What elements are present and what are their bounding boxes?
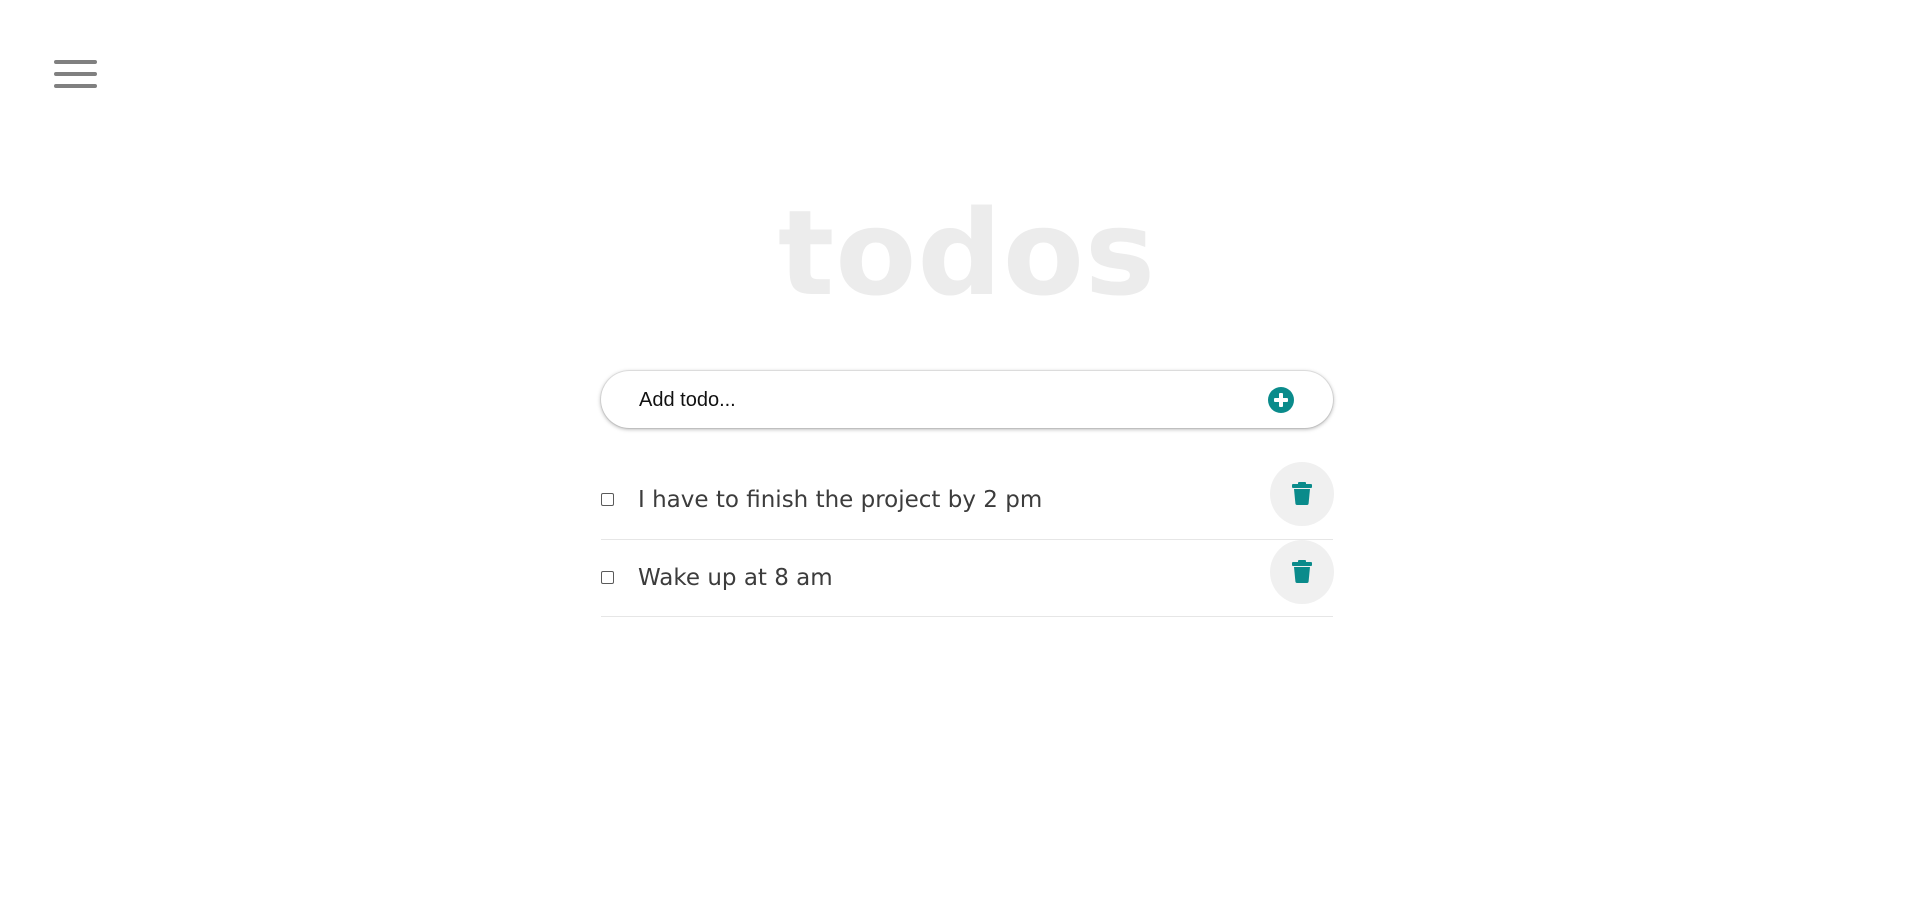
hamburger-menu-icon[interactable]	[50, 56, 100, 96]
trash-icon	[1292, 560, 1312, 583]
menu-bar	[54, 84, 97, 88]
todo-list: I have to finish the project by 2 pm Wak…	[601, 462, 1334, 617]
plus-bar-vertical	[1279, 393, 1283, 407]
delete-todo-button[interactable]	[1270, 540, 1334, 604]
menu-bar	[54, 72, 97, 76]
delete-todo-button[interactable]	[1270, 462, 1334, 526]
todo-item: I have to finish the project by 2 pm	[601, 462, 1334, 540]
menu-bar	[54, 60, 97, 64]
plus-circle-icon[interactable]	[1268, 387, 1294, 413]
add-todo-input[interactable]	[637, 384, 1241, 416]
trash-icon	[1292, 482, 1312, 505]
page-title: todos	[777, 184, 1157, 322]
todo-item: Wake up at 8 am	[601, 540, 1334, 617]
todo-checkbox[interactable]	[601, 493, 614, 506]
todo-text: Wake up at 8 am	[638, 565, 833, 591]
todo-checkbox[interactable]	[601, 571, 614, 584]
todo-text: I have to finish the project by 2 pm	[638, 487, 1043, 513]
add-todo-form	[601, 371, 1333, 428]
